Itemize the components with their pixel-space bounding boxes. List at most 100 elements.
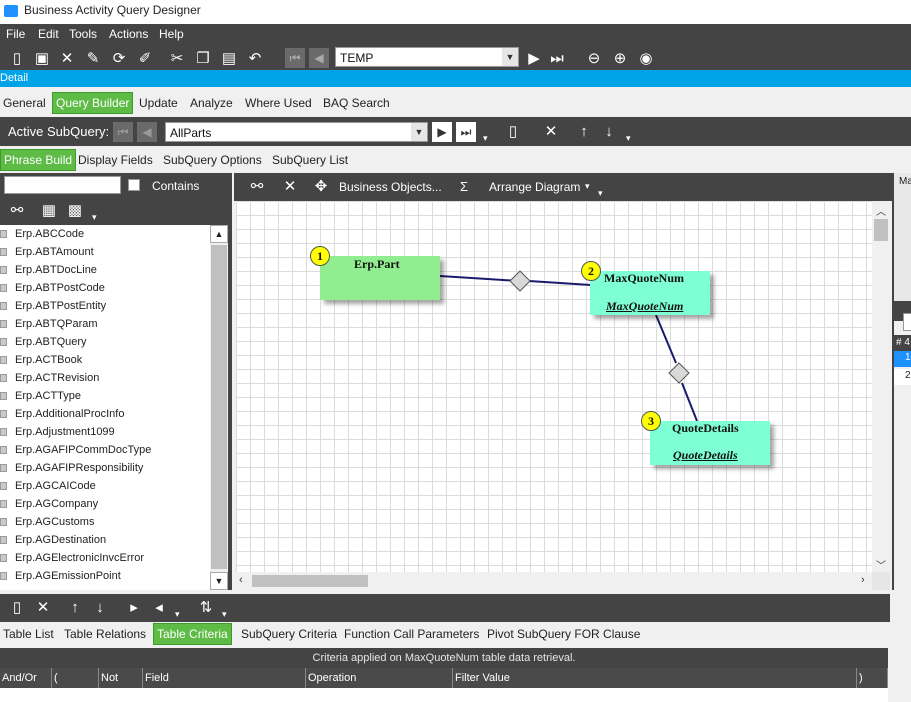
business-objects-button[interactable]: Business Objects... xyxy=(339,180,442,194)
clear-icon[interactable]: ✐ xyxy=(136,50,154,68)
list-item[interactable]: Erp.ABTQuery xyxy=(0,333,210,351)
delete-subquery-icon[interactable]: ✕ xyxy=(542,123,560,141)
chevron-down-icon[interactable]: ▼ xyxy=(502,48,518,66)
overflow-icon[interactable]: ▾ xyxy=(598,188,603,199)
tab-general[interactable]: General xyxy=(0,92,49,114)
column-header[interactable]: ( xyxy=(52,668,99,688)
arrange-diagram-button[interactable]: Arrange Diagram xyxy=(489,180,580,194)
list-item[interactable]: Erp.ABTDocLine xyxy=(0,261,210,279)
overflow-icon[interactable]: ▾ xyxy=(222,609,227,620)
move-up-icon[interactable]: ↑ xyxy=(66,599,84,617)
tab-table-criteria[interactable]: Table Criteria xyxy=(153,623,232,645)
scroll-thumb[interactable] xyxy=(211,245,227,569)
tab-update[interactable]: Update xyxy=(136,92,181,114)
overflow-icon[interactable]: ▾ xyxy=(483,133,488,144)
column-header[interactable]: Not xyxy=(99,668,143,688)
new-subquery-icon[interactable]: ▯ xyxy=(504,123,522,141)
table-icon[interactable]: ▦ xyxy=(40,202,58,220)
table-settings-icon[interactable]: ▩ xyxy=(66,202,84,220)
list-item[interactable]: Erp.ABTQParam xyxy=(0,315,210,333)
table-search-input[interactable] xyxy=(4,176,121,194)
copy-icon[interactable]: ❐ xyxy=(194,50,212,68)
refresh-icon[interactable]: ⟳ xyxy=(110,50,128,68)
chevron-down-icon[interactable]: ▼ xyxy=(411,123,427,141)
list-item[interactable]: Erp.AGEmissionPoint xyxy=(0,567,210,585)
column-header[interactable]: And/Or xyxy=(0,668,52,688)
column-header[interactable]: ) xyxy=(857,668,888,688)
right-panel-combo[interactable] xyxy=(903,313,911,331)
menu-file[interactable]: File xyxy=(6,27,25,41)
delete-icon[interactable]: ✕ xyxy=(58,50,76,68)
business-objects-icon[interactable]: ✥ xyxy=(312,178,330,196)
scroll-thumb[interactable] xyxy=(252,575,368,587)
right-panel-row[interactable]: 2 xyxy=(894,369,911,385)
diagram-hscroll[interactable]: ‹ › xyxy=(236,572,872,590)
tab-subquery-list[interactable]: SubQuery List xyxy=(269,149,351,171)
move-up-icon[interactable]: ↑ xyxy=(575,123,593,141)
sigma-button[interactable]: Σ xyxy=(460,179,468,194)
menu-edit[interactable]: Edit xyxy=(38,27,59,41)
tab-phrase-build[interactable]: Phrase Build xyxy=(0,149,77,171)
forward-icon[interactable]: ⊕ xyxy=(611,50,629,68)
list-item[interactable]: Erp.AGElectronicInvcError xyxy=(0,549,210,567)
list-item[interactable]: Erp.ABTAmount xyxy=(0,243,210,261)
contains-checkbox[interactable] xyxy=(128,179,140,191)
link-icon[interactable]: ⚯ xyxy=(8,202,26,220)
tab-subquery-criteria[interactable]: SubQuery Criteria xyxy=(238,623,340,645)
cut-icon[interactable]: ✂ xyxy=(168,50,186,68)
back-icon[interactable]: ⊖ xyxy=(585,50,603,68)
undo-icon[interactable]: ↶ xyxy=(246,50,264,68)
list-item[interactable]: Erp.Adjustment1099 xyxy=(0,423,210,441)
tab-baq-search[interactable]: BAQ Search xyxy=(320,92,393,114)
edit-icon[interactable]: ✎ xyxy=(84,50,102,68)
remove-table-icon[interactable]: ✕ xyxy=(281,178,299,196)
scroll-up-icon[interactable]: ▲ xyxy=(210,225,228,243)
tab-function-call-parameters[interactable]: Function Call Parameters xyxy=(341,623,482,645)
table-list-scrollbar[interactable]: ▲ ▼ xyxy=(210,225,228,590)
paste-icon[interactable]: ▤ xyxy=(220,50,238,68)
subquery-next-button[interactable]: ▶ xyxy=(432,122,452,142)
last-record-icon[interactable]: ⏭ xyxy=(548,50,566,68)
list-item[interactable]: Erp.AGCAICode xyxy=(0,477,210,495)
menu-help[interactable]: Help xyxy=(159,27,184,41)
first-record-button[interactable]: ⏮ xyxy=(285,48,305,68)
list-item[interactable]: Erp.AGCustoms xyxy=(0,513,210,531)
overflow-icon[interactable]: ▾ xyxy=(626,133,631,144)
right-panel-row-selected[interactable]: 1 xyxy=(894,351,911,367)
home-icon[interactable]: ◉ xyxy=(637,50,655,68)
tab-analyze[interactable]: Analyze xyxy=(187,92,236,114)
join-link-icon[interactable]: ⚯ xyxy=(248,178,266,196)
arrange-caret-icon[interactable]: ▾ xyxy=(585,181,590,192)
move-down-icon[interactable]: ↓ xyxy=(91,599,109,617)
scroll-right-icon[interactable]: › xyxy=(861,574,865,586)
menu-tools[interactable]: Tools xyxy=(69,27,97,41)
tab-display-fields[interactable]: Display Fields xyxy=(75,149,156,171)
menu-actions[interactable]: Actions xyxy=(109,27,148,41)
list-item[interactable]: Erp.ACTRevision xyxy=(0,369,210,387)
overflow-icon[interactable]: ▾ xyxy=(92,212,97,223)
indent-left-icon[interactable]: ◂ xyxy=(150,599,168,617)
subquery-first-button[interactable]: ⏮ xyxy=(113,122,133,142)
node-subtitle[interactable]: QuoteDetails xyxy=(673,448,738,463)
query-name-combo[interactable]: TEMP ▼ xyxy=(335,47,519,67)
tab-table-relations[interactable]: Table Relations xyxy=(61,623,149,645)
new-icon[interactable]: ▯ xyxy=(8,50,26,68)
tab-where-used[interactable]: Where Used xyxy=(242,92,315,114)
list-item[interactable]: Erp.ABCCode xyxy=(0,225,210,243)
diagram-vscroll[interactable]: ︿ ﹀ xyxy=(872,201,890,572)
next-record-icon[interactable]: ▶ xyxy=(525,50,543,68)
scroll-up-icon[interactable]: ︿ xyxy=(876,203,886,218)
column-header[interactable]: Field xyxy=(143,668,306,688)
sort-az-icon[interactable]: ⇅ xyxy=(197,599,215,617)
column-header[interactable]: Filter Value xyxy=(453,668,857,688)
subquery-last-button[interactable]: ⏭ xyxy=(456,122,476,142)
column-header[interactable]: Operation xyxy=(306,668,453,688)
scroll-down-icon[interactable]: ▼ xyxy=(210,572,228,590)
diagram-node-quotedetails[interactable]: QuoteDetails QuoteDetails xyxy=(650,421,770,465)
list-item[interactable]: Erp.ACTBook xyxy=(0,351,210,369)
diagram-canvas[interactable]: Erp.Part 1 MaxQuoteNum MaxQuoteNum 2 Quo… xyxy=(236,201,872,572)
list-item[interactable]: Erp.ABTPostEntity xyxy=(0,297,210,315)
tab-query-builder[interactable]: Query Builder xyxy=(52,92,134,114)
list-item[interactable]: Erp.ABTPostCode xyxy=(0,279,210,297)
scroll-thumb[interactable] xyxy=(874,219,888,241)
